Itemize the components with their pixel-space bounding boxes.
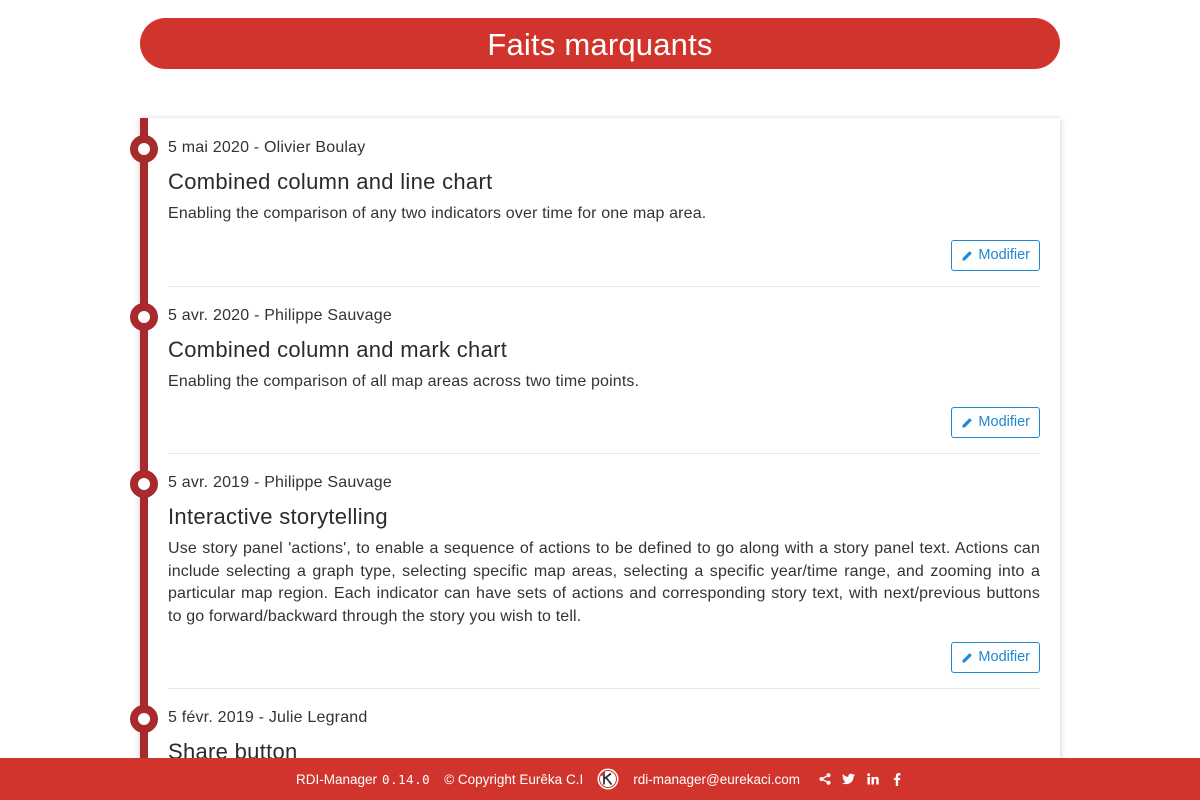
facebook-icon[interactable] xyxy=(890,772,904,786)
modify-button[interactable]: Modifier xyxy=(951,407,1040,438)
timeline-dot xyxy=(130,303,158,331)
pencil-icon xyxy=(962,417,973,427)
timeline-dot xyxy=(130,705,158,733)
entry-date-author: 5 févr. 2019 - Julie Legrand xyxy=(168,709,368,726)
entry-date-author: 5 mai 2020 - Olivier Boulay xyxy=(168,139,366,156)
entry-date-author: 5 avr. 2019 - Philippe Sauvage xyxy=(168,474,392,491)
entry-divider xyxy=(168,286,1040,287)
modify-button[interactable]: Modifier xyxy=(951,642,1040,673)
modify-button-label: Modifier xyxy=(978,414,1030,430)
footer: RDI-Manager 0.14.0 © Copyright Eurêka C.… xyxy=(0,758,1200,800)
entry-description: Enabling the comparison of any two indic… xyxy=(168,205,707,222)
modify-button-label: Modifier xyxy=(978,649,1030,665)
linkedin-icon[interactable] xyxy=(866,772,880,786)
timeline-entry: 5 avr. 2020 - Philippe Sauvage Combined … xyxy=(168,306,1040,394)
eureka-logo-icon xyxy=(597,768,619,790)
pencil-icon xyxy=(962,652,973,662)
modify-button[interactable]: Modifier xyxy=(951,240,1040,271)
entry-divider xyxy=(168,453,1040,454)
timeline-entry: 5 avr. 2019 - Philippe Sauvage Interacti… xyxy=(168,473,1040,628)
entry-title: Combined column and mark chart xyxy=(168,337,508,362)
entry-divider xyxy=(168,688,1040,689)
timeline-line xyxy=(140,118,148,800)
timeline-dot xyxy=(130,135,158,163)
footer-email-link[interactable]: rdi-manager@eurekaci.com xyxy=(633,772,800,787)
social-links xyxy=(818,772,904,786)
twitter-icon[interactable] xyxy=(842,772,856,786)
footer-version: 0.14.0 xyxy=(382,771,431,787)
entry-title: Interactive storytelling xyxy=(168,504,388,529)
timeline-entry: 5 mai 2020 - Olivier Boulay Combined col… xyxy=(168,138,1040,226)
share-icon[interactable] xyxy=(818,772,832,786)
entry-description: Use story panel 'actions', to enable a s… xyxy=(168,540,1040,625)
entry-date-author: 5 avr. 2020 - Philippe Sauvage xyxy=(168,307,392,324)
entry-title: Combined column and line chart xyxy=(168,169,493,194)
footer-app-name: RDI-Manager xyxy=(296,771,378,787)
page-title: Faits marquants xyxy=(140,18,1060,69)
page: Faits marquants 5 mai 2020 - Olivier Bou… xyxy=(0,0,1200,800)
timeline-dot xyxy=(130,470,158,498)
pencil-icon xyxy=(962,250,973,260)
entry-description: Enabling the comparison of all map areas… xyxy=(168,373,640,390)
footer-copyright: © Copyright Eurêka C.I xyxy=(444,771,584,787)
modify-button-label: Modifier xyxy=(978,247,1030,263)
